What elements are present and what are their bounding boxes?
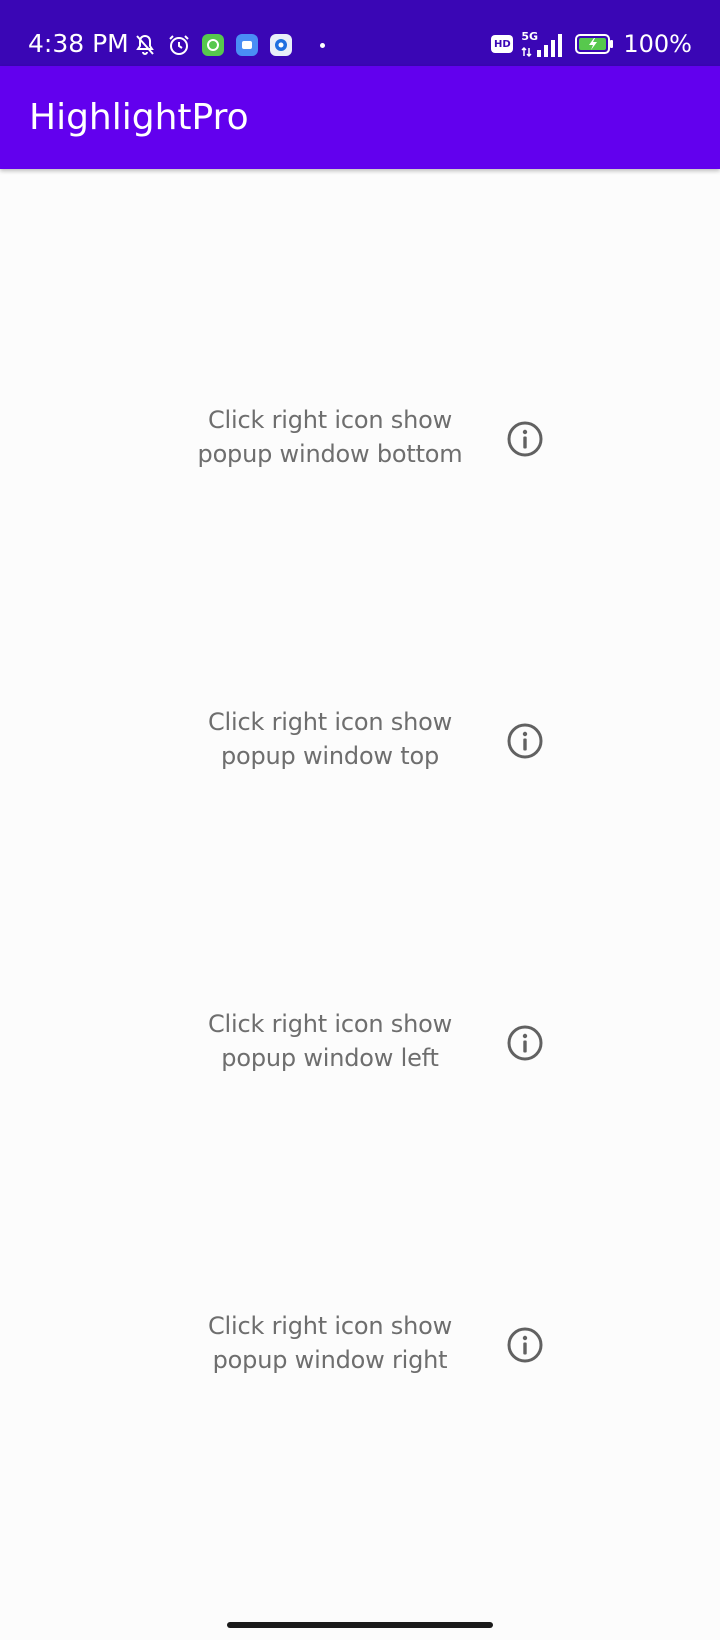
row-label-line2: popup window right — [212, 1346, 448, 1374]
row-popup-left: Click right icon show popup window left — [0, 1007, 720, 1107]
info-icon[interactable] — [505, 1325, 545, 1365]
row-label-line1: Click right icon show — [207, 708, 453, 736]
row-popup-right: Click right icon show popup window right — [0, 1309, 720, 1409]
row-label-line2: popup window bottom — [197, 440, 463, 468]
info-icon[interactable] — [505, 1023, 545, 1063]
alarm-icon — [166, 32, 192, 58]
muted-bell-icon — [132, 32, 158, 58]
signal-icon: 5G — [521, 30, 567, 58]
row-label-line2: popup window top — [220, 742, 440, 770]
info-icon[interactable] — [505, 721, 545, 761]
row-label: Click right icon show popup window left — [170, 1007, 490, 1075]
row-label-line1: Click right icon show — [207, 1312, 453, 1340]
browser-app-icon — [268, 32, 294, 58]
app-title: HighlightPro — [29, 97, 249, 138]
info-icon[interactable] — [505, 419, 545, 459]
green-app-icon — [200, 32, 226, 58]
notification-dot-icon — [320, 42, 325, 48]
status-icons-left — [132, 30, 325, 60]
status-bar: 4:38 PM HD 5G 100% — [0, 0, 720, 66]
app-bar: HighlightPro — [0, 66, 720, 169]
row-popup-bottom: Click right icon show popup window botto… — [0, 403, 720, 503]
row-label: Click right icon show popup window right — [170, 1309, 490, 1377]
battery-charging-icon — [575, 31, 615, 57]
row-popup-top: Click right icon show popup window top — [0, 705, 720, 805]
row-label: Click right icon show popup window botto… — [170, 403, 490, 471]
gesture-nav-handle[interactable] — [227, 1622, 493, 1628]
row-label-line1: Click right icon show — [207, 406, 453, 434]
status-time: 4:38 PM — [28, 29, 129, 58]
status-icons-right: HD 5G 100% — [491, 28, 692, 60]
row-label-line1: Click right icon show — [207, 1010, 453, 1038]
row-label-line2: popup window left — [221, 1044, 439, 1072]
row-label: Click right icon show popup window top — [170, 705, 490, 773]
battery-percent: 100% — [623, 30, 692, 58]
blue-app-icon — [234, 32, 260, 58]
hd-icon: HD — [491, 35, 514, 53]
